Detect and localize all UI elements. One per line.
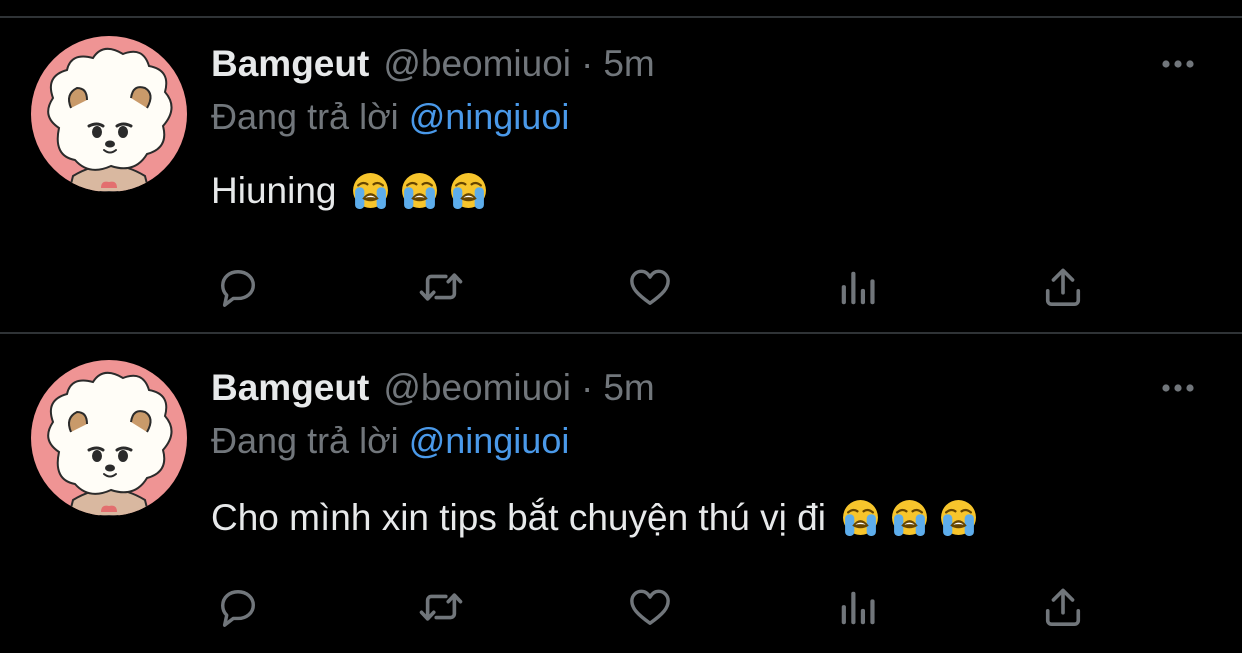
like-icon[interactable]: [625, 264, 675, 310]
tweet-header: Bamgeut @beomiuoi · 5m: [211, 366, 655, 410]
views-icon[interactable]: [832, 584, 882, 630]
tweet-text: Cho mình xin tips bắt chuyện thú vị đi: [211, 494, 977, 542]
loudly-crying-face-icon: [940, 499, 977, 536]
tweet-text: Hiuning: [211, 167, 487, 215]
avatar-image: [31, 36, 187, 192]
tweet[interactable]: Bamgeut @beomiuoi · 5m Đang trả lời @ningiuo…: [0, 18, 1242, 318]
like-icon[interactable]: [625, 584, 675, 630]
loudly-crying-face-icon: [891, 499, 928, 536]
retweet-icon[interactable]: [416, 584, 466, 630]
more-options-icon[interactable]: [1158, 378, 1198, 398]
tweet[interactable]: Bamgeut @beomiuoi · 5m Đang trả lời @ningiuo…: [0, 342, 1242, 642]
avatar[interactable]: [31, 360, 187, 516]
separator-dot: ·: [581, 367, 594, 408]
reply-icon[interactable]: [213, 264, 263, 310]
share-icon[interactable]: [1038, 584, 1088, 630]
share-icon[interactable]: [1038, 264, 1088, 310]
replying-prefix: Đang trả lời: [211, 96, 399, 137]
replying-prefix: Đang trả lời: [211, 420, 399, 461]
loudly-crying-face-icon: [842, 499, 879, 536]
replying-to: Đang trả lời @ningiuoi: [211, 95, 569, 139]
reply-icon[interactable]: [213, 584, 263, 630]
loudly-crying-face-icon: [352, 172, 389, 209]
retweet-icon[interactable]: [416, 264, 466, 310]
timestamp[interactable]: 5m: [603, 43, 654, 84]
avatar-image: [31, 360, 187, 516]
views-icon[interactable]: [832, 264, 882, 310]
timeline-feed: Bamgeut @beomiuoi · 5m Đang trả lời @ningiuo…: [0, 0, 1242, 653]
mention-link[interactable]: @ningiuoi: [409, 420, 570, 461]
divider: [0, 332, 1242, 334]
loudly-crying-face-icon: [401, 172, 438, 209]
tweet-body: Hiuning: [211, 170, 337, 211]
display-name[interactable]: Bamgeut: [211, 43, 369, 84]
loudly-crying-face-icon: [450, 172, 487, 209]
tweet-header: Bamgeut @beomiuoi · 5m: [211, 42, 655, 86]
timestamp[interactable]: 5m: [603, 367, 654, 408]
avatar[interactable]: [31, 36, 187, 192]
more-options-icon[interactable]: [1158, 54, 1198, 74]
tweet-body: Cho mình xin tips bắt chuyện thú vị đi: [211, 497, 826, 538]
user-handle[interactable]: @beomiuoi: [383, 367, 571, 408]
separator-dot: ·: [581, 43, 594, 84]
user-handle[interactable]: @beomiuoi: [383, 43, 571, 84]
mention-link[interactable]: @ningiuoi: [409, 96, 570, 137]
display-name[interactable]: Bamgeut: [211, 367, 369, 408]
replying-to: Đang trả lời @ningiuoi: [211, 419, 569, 463]
